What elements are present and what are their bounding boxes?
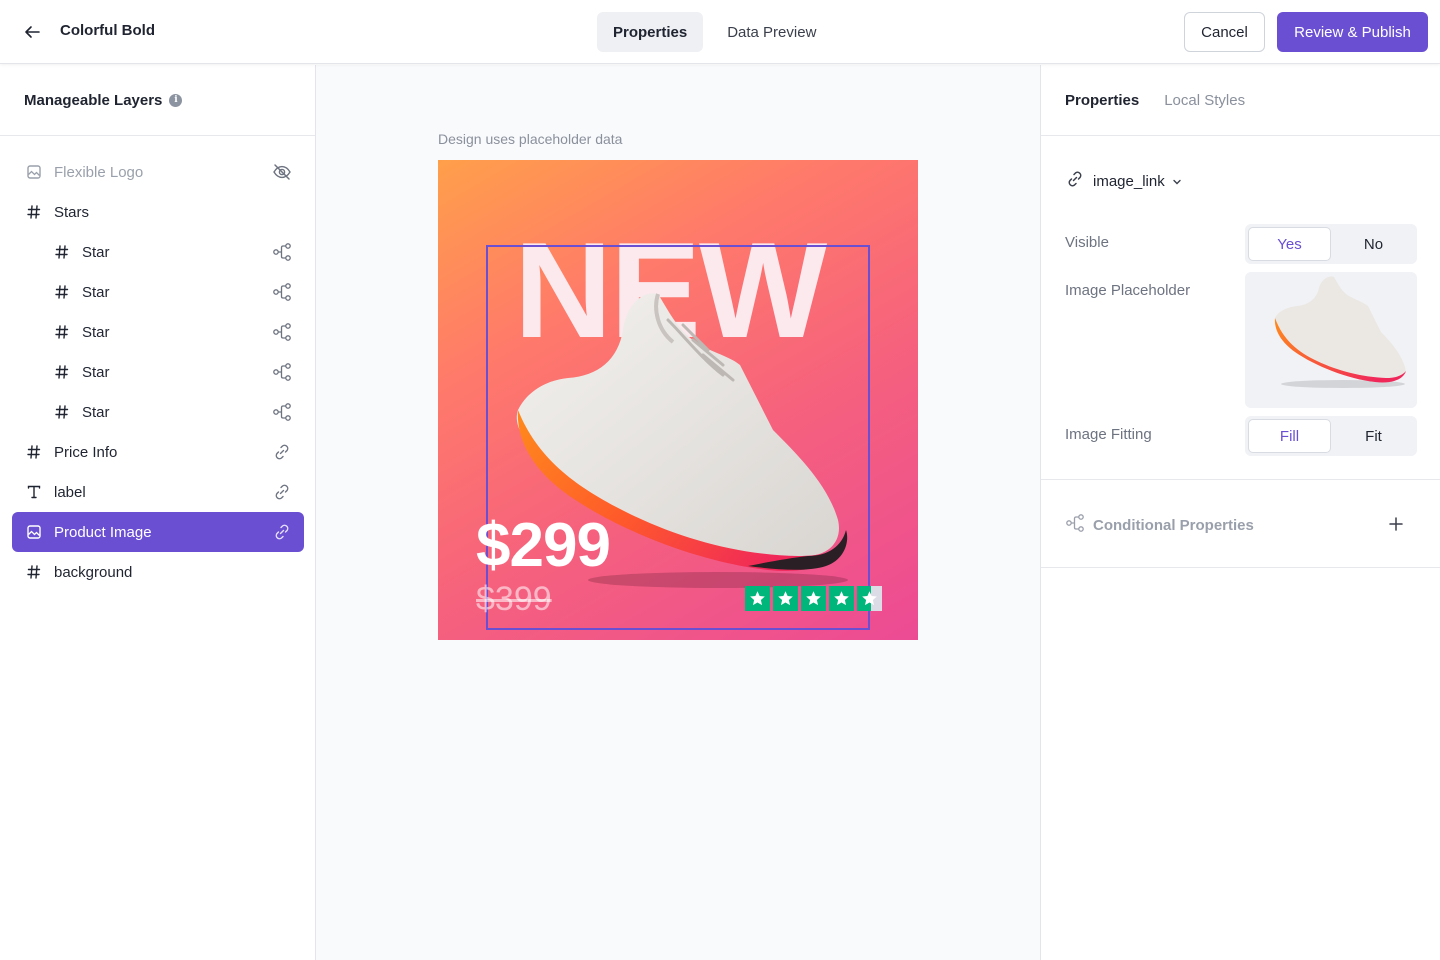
star-icon (801, 586, 826, 611)
section-divider (1041, 479, 1440, 480)
image-placeholder-thumbnail[interactable] (1245, 272, 1417, 408)
layer-price-info[interactable]: Price Info (12, 432, 304, 472)
fitting-fit-option[interactable]: Fit (1333, 419, 1414, 453)
hash-icon (54, 284, 70, 300)
star-icon (829, 586, 854, 611)
placeholder-data-note: Design uses placeholder data (438, 131, 623, 147)
shoe-thumbnail-image (1274, 276, 1406, 388)
hash-icon (54, 404, 70, 420)
plus-icon (1389, 517, 1403, 531)
artwork-price: $299 (476, 511, 611, 580)
layer-label: Star (82, 283, 110, 301)
image-placeholder-label: Image Placeholder (1065, 282, 1191, 299)
binding-name: image_link (1093, 173, 1165, 190)
image-fitting-label: Image Fitting (1065, 426, 1152, 443)
image-fitting-toggle: Fill Fit (1245, 416, 1417, 456)
layer-star[interactable]: Star (12, 312, 304, 352)
artwork-old-price: $399 (476, 580, 552, 618)
conditional-properties-label: Conditional Properties (1093, 517, 1254, 534)
conditional-properties-header: Conditional Properties (1065, 513, 1254, 538)
layer-flexible-logo[interactable]: Flexible Logo (12, 152, 304, 192)
section-divider (1041, 567, 1440, 568)
layers-panel-title: Manageable Layers (24, 91, 163, 109)
visible-no-option[interactable]: No (1333, 227, 1414, 261)
hash-icon (26, 444, 42, 460)
layers-panel: Manageable Layers i Flexible Logo Stars … (0, 65, 316, 960)
conditional-icon[interactable] (272, 322, 292, 342)
layer-label: Product Image (54, 523, 152, 541)
visible-toggle: Yes No (1245, 224, 1417, 264)
layer-stars[interactable]: Stars (12, 192, 304, 232)
tab-properties[interactable]: Properties (597, 12, 704, 52)
layer-label: Star (82, 403, 110, 421)
layer-product-image[interactable]: Product Image (12, 512, 304, 552)
add-condition-button[interactable] (1385, 513, 1407, 535)
image-icon (26, 524, 42, 540)
image-icon (26, 164, 42, 180)
design-artwork[interactable]: NEW $299 $399 (438, 160, 918, 640)
rating-stars (745, 586, 882, 611)
visible-yes-option[interactable]: Yes (1248, 227, 1331, 261)
back-button[interactable] (16, 16, 48, 48)
layer-label: Flexible Logo (54, 163, 144, 181)
layer-label: Price Info (54, 443, 118, 461)
star-icon (773, 586, 798, 611)
layer-label: Star (82, 243, 110, 261)
layer-label: Star (82, 323, 110, 341)
layer-label: Star (82, 363, 110, 381)
star-icon (745, 586, 770, 611)
cancel-button[interactable]: Cancel (1184, 12, 1265, 52)
document-title: Colorful Bold (60, 22, 155, 39)
layer-label: Stars (54, 203, 90, 221)
view-tabs: Properties Data Preview (597, 12, 832, 52)
conditional-icon (1065, 513, 1085, 538)
design-canvas: Design uses placeholder data NEW $299 $3… (316, 65, 1040, 960)
tab-data-preview[interactable]: Data Preview (711, 12, 832, 52)
layer-star[interactable]: Star (12, 352, 304, 392)
properties-tabs: Properties Local Styles (1041, 65, 1440, 136)
link-icon (1065, 169, 1085, 194)
layer-label-text[interactable]: label (12, 472, 304, 512)
eye-off-icon[interactable] (272, 162, 292, 182)
layer-star[interactable]: Star (12, 272, 304, 312)
hash-icon (54, 364, 70, 380)
layers-panel-header: Manageable Layers i (0, 65, 315, 136)
link-icon[interactable] (272, 482, 292, 502)
conditional-icon[interactable] (272, 282, 292, 302)
text-icon (26, 484, 42, 500)
star-half-icon (857, 586, 882, 611)
fitting-fill-option[interactable]: Fill (1248, 419, 1331, 453)
hash-icon (26, 564, 42, 580)
layer-label: label (54, 483, 86, 501)
tab-properties-panel[interactable]: Properties (1065, 92, 1139, 109)
hash-icon (26, 204, 42, 220)
hash-icon (54, 324, 70, 340)
info-icon[interactable]: i (169, 93, 183, 107)
review-publish-button[interactable]: Review & Publish (1277, 12, 1428, 52)
chevron-down-icon (1171, 176, 1183, 188)
visible-label: Visible (1065, 234, 1109, 251)
properties-panel: Properties Local Styles image_link Visib… (1040, 65, 1440, 960)
layer-background[interactable]: background (12, 552, 304, 592)
layer-list: Flexible Logo Stars Star Star Star Star … (12, 152, 304, 592)
layer-label: background (54, 563, 133, 581)
hash-icon (54, 244, 70, 260)
binding-selector[interactable]: image_link (1065, 169, 1183, 194)
arrow-left-icon (25, 26, 40, 38)
tab-local-styles[interactable]: Local Styles (1164, 92, 1245, 109)
link-icon[interactable] (272, 522, 292, 542)
layer-star[interactable]: Star (12, 392, 304, 432)
link-icon[interactable] (272, 442, 292, 462)
conditional-icon[interactable] (272, 362, 292, 382)
layer-star[interactable]: Star (12, 232, 304, 272)
conditional-icon[interactable] (272, 402, 292, 422)
top-bar: Colorful Bold Properties Data Preview Ca… (0, 0, 1440, 64)
conditional-icon[interactable] (272, 242, 292, 262)
